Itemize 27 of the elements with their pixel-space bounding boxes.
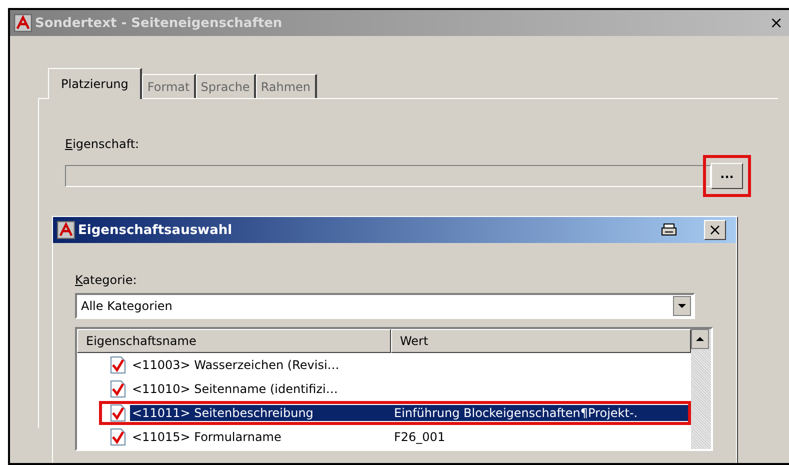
- list-row[interactable]: <11015> Formularname F26_001: [130, 429, 688, 445]
- checked-document-icon[interactable]: [110, 356, 126, 374]
- tab[interactable]: Sprache: [196, 74, 256, 98]
- printer-icon[interactable]: [661, 223, 677, 237]
- scroll-up-icon[interactable]: [691, 329, 709, 349]
- column-header[interactable]: Eigenschaftsname: [77, 329, 391, 353]
- field-label: Kategorie:: [75, 273, 137, 287]
- window-title: Sondertext - Seiteneigenschaften: [35, 16, 282, 30]
- dialog-title: Eigenschaftsauswahl: [78, 222, 232, 238]
- close-button[interactable]: ×: [770, 15, 783, 31]
- tab[interactable]: Format: [142, 74, 196, 98]
- browse-button[interactable]: ...: [711, 163, 743, 189]
- list-row[interactable]: <11003> Wasserzeichen (Revisi…: [130, 357, 688, 373]
- field-label: Eigenschaft:: [65, 137, 140, 151]
- checked-document-icon[interactable]: [110, 380, 126, 398]
- list-row[interactable]: <11011> Seitenbeschreibung Einführung Blockeigenschaften¶Projekt-.: [130, 405, 688, 421]
- app-icon: [14, 14, 32, 32]
- checked-document-icon[interactable]: [110, 428, 126, 446]
- list-row[interactable]: <11010> Seitenname (identifizi…: [130, 381, 688, 397]
- column-header[interactable]: Wert: [391, 329, 691, 353]
- category-dropdown[interactable]: Alle Kategorien: [75, 293, 695, 319]
- close-button[interactable]: ×: [704, 220, 726, 240]
- tab[interactable]: Platzierung: [48, 68, 142, 99]
- tab[interactable]: Rahmen: [256, 74, 317, 98]
- checked-document-icon[interactable]: [110, 404, 126, 422]
- scrollbar[interactable]: [691, 329, 711, 449]
- app-icon: [57, 221, 75, 239]
